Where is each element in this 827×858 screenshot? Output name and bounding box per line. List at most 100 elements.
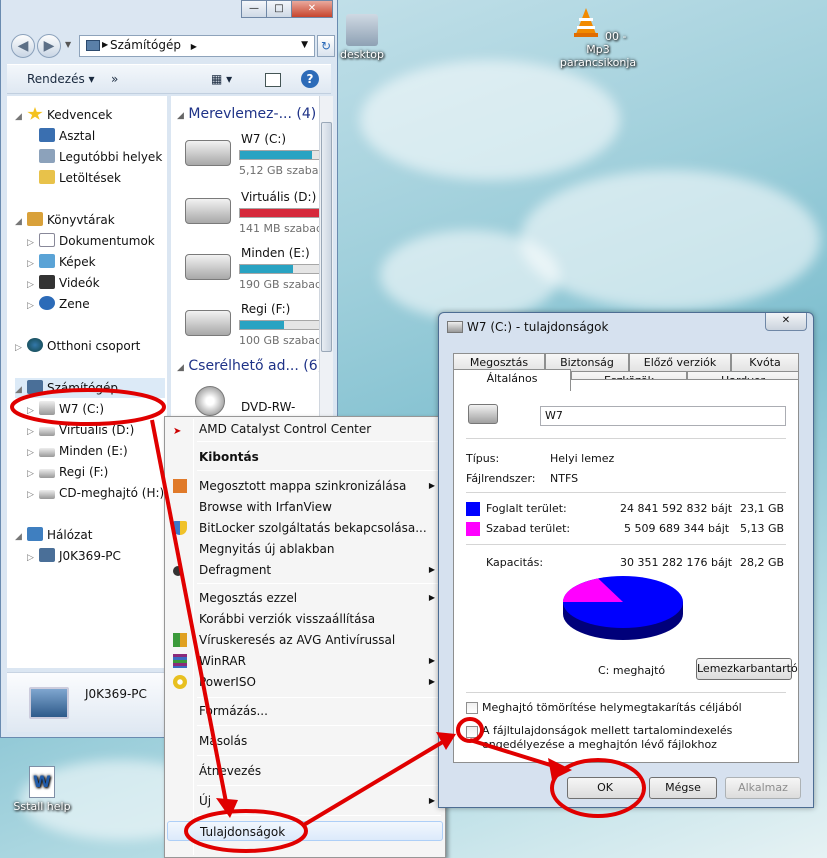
free-space-gb: 5,13 GB xyxy=(740,522,785,535)
menu-item-defragment[interactable]: Defragment ▶ xyxy=(167,560,443,580)
windows-drive-icon xyxy=(468,404,498,424)
shield-icon xyxy=(173,521,187,535)
view-options-icon[interactable]: ▦ ▾ xyxy=(211,72,247,86)
used-space-bytes: 24 841 592 832 bájt xyxy=(620,502,733,515)
drive-tile-f[interactable]: Regi (F:) 100 GB szabad, xyxy=(181,300,319,352)
nav-pictures[interactable]: ▷ Képek xyxy=(27,252,96,272)
nav-music[interactable]: ▷ Zene xyxy=(27,294,90,314)
compress-label: Meghajtó tömörítése helymegtakarítás cél… xyxy=(482,701,742,714)
computer-icon xyxy=(27,380,43,394)
defrag-icon xyxy=(173,566,183,576)
address-next-icon[interactable]: ▶ xyxy=(191,42,197,51)
tab-previous-versions[interactable]: Előző verziók xyxy=(629,353,731,371)
usage-bar xyxy=(239,208,319,218)
nav-drive-h[interactable]: ▷ CD-meghajtó (H:) xyxy=(27,483,164,503)
menu-item-poweriso[interactable]: PowerISO ▶ xyxy=(167,672,443,692)
folder-icon xyxy=(346,14,378,46)
removable-group-header[interactable]: ◢ Cserélhető ad... (6) xyxy=(177,358,319,374)
nav-drive-f[interactable]: ▷ Regi (F:) xyxy=(27,462,108,482)
back-button[interactable]: ◀ xyxy=(11,34,35,58)
documents-icon xyxy=(39,233,55,247)
menu-item-format[interactable]: Formázás... xyxy=(167,701,443,721)
hard-drive-icon xyxy=(39,469,55,478)
nav-downloads[interactable]: Letöltések xyxy=(27,168,121,188)
organize-menu[interactable]: Rendezés ▾ xyxy=(27,72,95,86)
downloads-icon xyxy=(39,170,55,184)
nav-videos[interactable]: ▷ Videók xyxy=(27,273,100,293)
nav-pc[interactable]: ▷ J0K369-PC xyxy=(27,546,121,566)
address-separator-icon[interactable]: ▶ xyxy=(102,40,108,49)
more-commands-button[interactable]: » xyxy=(111,72,118,86)
menu-item-new[interactable]: Új ▶ xyxy=(167,791,443,811)
refresh-icon[interactable]: ↻ xyxy=(317,35,335,57)
tab-quota[interactable]: Kvóta xyxy=(731,353,799,371)
menu-item-winrar[interactable]: WinRAR ▶ xyxy=(167,651,443,671)
menu-item-amd[interactable]: ➤ AMD Catalyst Control Center xyxy=(167,419,443,439)
minimize-button[interactable]: — xyxy=(241,0,267,18)
homegroup-icon xyxy=(27,338,43,352)
menu-item-expand[interactable]: Kibontás xyxy=(167,447,443,467)
dialog-close-button[interactable]: ✕ xyxy=(765,313,807,331)
nav-desktop[interactable]: Asztal xyxy=(27,126,95,146)
nav-homegroup[interactable]: ▷ Otthoni csoport xyxy=(15,336,140,356)
cancel-button[interactable]: Mégse xyxy=(649,777,717,799)
nav-documents[interactable]: ▷ Dokumentumok xyxy=(27,231,155,251)
menu-item-new-window[interactable]: Megnyitás új ablakban xyxy=(167,539,443,559)
menu-item-copy[interactable]: Másolás xyxy=(167,731,443,751)
computer-icon xyxy=(86,40,100,51)
menu-item-properties[interactable]: Tulajdonságok xyxy=(167,821,443,841)
nav-drive-c[interactable]: ▷ W7 (C:) xyxy=(27,399,104,419)
recent-pages-chevron-icon[interactable]: ▼ xyxy=(65,40,71,49)
nav-network[interactable]: ◢ Hálózat xyxy=(15,525,92,545)
menu-item-bitlocker[interactable]: BitLocker szolgáltatás bekapcsolása... xyxy=(167,518,443,538)
address-dropdown-icon[interactable]: ▼ xyxy=(301,40,308,50)
libraries-icon xyxy=(27,212,43,226)
drive-name-field[interactable]: W7 xyxy=(540,406,786,426)
menu-item-avg-scan[interactable]: Víruskeresés az AVG Antivírussal xyxy=(167,630,443,650)
menu-item-restore-versions[interactable]: Korábbi verziók visszaállítása xyxy=(167,609,443,629)
nav-drive-e[interactable]: ▷ Minden (E:) xyxy=(27,441,128,461)
nav-favorites[interactable]: ◢ Kedvencek xyxy=(15,105,112,125)
caption-buttons: — □ ✕ xyxy=(241,0,333,18)
compress-checkbox[interactable] xyxy=(466,702,478,714)
windows-drive-icon xyxy=(447,321,463,333)
help-icon[interactable]: ? xyxy=(301,70,319,88)
indexing-label: A fájltulajdonságok mellett tartalominde… xyxy=(482,724,733,751)
usage-bar xyxy=(239,150,319,160)
preview-pane-icon[interactable] xyxy=(265,73,281,87)
nav-computer[interactable]: ◢ Számítógép xyxy=(15,378,165,398)
indexing-checkbox[interactable] xyxy=(466,726,478,738)
close-button[interactable]: ✕ xyxy=(291,0,333,18)
nav-drive-d[interactable]: ▷ Virtuális (D:) xyxy=(27,420,134,440)
menu-item-sync[interactable]: Megosztott mappa szinkronizálása ▶ xyxy=(167,476,443,496)
word-document-icon: W xyxy=(29,766,55,798)
mp3-shortcut[interactable]: 00 - Mp3 parancsikonja xyxy=(558,6,638,69)
hard-drive-icon xyxy=(185,310,231,336)
drive-tile-c[interactable]: W7 (C:) 5,12 GB szabad xyxy=(181,130,319,182)
tab-general[interactable]: Általános xyxy=(453,369,571,391)
hdd-group-header[interactable]: ◢ Merevlemez-... (4) xyxy=(177,106,316,122)
ok-button[interactable]: OK xyxy=(567,777,643,799)
forward-button[interactable]: ▶ xyxy=(37,34,61,58)
menu-item-share-with[interactable]: Megosztás ezzel ▶ xyxy=(167,588,443,608)
details-computer-name: J0K369-PC xyxy=(85,687,147,701)
desktop-icon xyxy=(39,128,55,142)
sync-icon xyxy=(173,479,187,493)
drive-tile-d[interactable]: Virtuális (D:) 141 MB szabad xyxy=(181,188,319,240)
cd-drive-icon xyxy=(39,490,55,499)
hard-drive-icon xyxy=(185,254,231,280)
winrar-icon xyxy=(173,654,187,668)
maximize-button[interactable]: □ xyxy=(266,0,292,18)
hard-drive-icon xyxy=(39,448,55,457)
dvd-drive-icon xyxy=(195,386,225,416)
type-label: Típus: xyxy=(466,452,500,465)
address-bar[interactable]: ▶ Számítógép ▶ ▼ xyxy=(79,35,315,57)
disk-cleanup-button[interactable]: Lemezkarbantartó xyxy=(696,658,798,680)
menu-item-irfanview[interactable]: Browse with IrfanView xyxy=(167,497,443,517)
sstall-help-shortcut[interactable]: W Sstall help xyxy=(2,766,82,813)
drive-tile-e[interactable]: Minden (E:) 190 GB szabad, xyxy=(181,244,319,296)
scrollbar-thumb[interactable] xyxy=(321,122,332,352)
nav-recent[interactable]: Legutóbbi helyek xyxy=(27,147,162,167)
menu-item-rename[interactable]: Átnevezés xyxy=(167,761,443,781)
nav-libraries[interactable]: ◢ Könyvtárak xyxy=(15,210,115,230)
